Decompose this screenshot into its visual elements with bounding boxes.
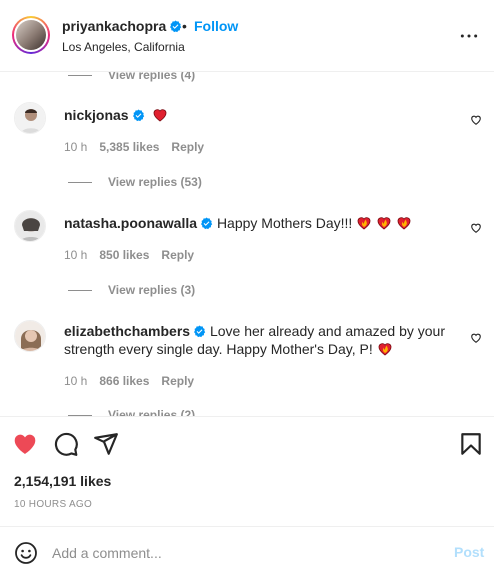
add-comment-input[interactable]	[52, 541, 432, 565]
view-replies-label: View replies (53)	[108, 175, 202, 189]
add-comment-bar: Post	[0, 526, 494, 578]
commenter-avatar[interactable]	[14, 210, 46, 242]
red-heart-icon	[154, 109, 167, 122]
comment-icon[interactable]	[53, 431, 79, 457]
commenter-username[interactable]: nickjonas	[64, 107, 129, 123]
commenter-avatar-image	[15, 211, 45, 241]
comment-text: elizabethchambers Love her already and a…	[64, 322, 454, 358]
verified-badge-icon	[170, 20, 182, 33]
verified-badge-icon	[194, 325, 206, 338]
commenter-username[interactable]: natasha.poonawalla	[64, 215, 197, 231]
view-replies-link[interactable]: View replies (3)	[68, 281, 195, 299]
comment-time: 10 h	[64, 374, 88, 388]
verified-badge-icon	[132, 109, 144, 122]
more-options-icon[interactable]	[459, 26, 479, 46]
view-replies-label: View replies (4)	[108, 72, 196, 82]
heart-filled-icon[interactable]	[12, 431, 38, 457]
comment-likes[interactable]: 866 likes	[99, 374, 149, 388]
author-avatar-image	[16, 20, 46, 50]
heart-on-fire-icon	[377, 217, 391, 230]
author-username-row: priyankachopra	[62, 18, 182, 34]
commenter-avatar-image	[15, 103, 45, 133]
bookmark-icon[interactable]	[458, 431, 484, 457]
comment-time: 10 h	[64, 140, 88, 154]
commenter-avatar[interactable]	[14, 102, 46, 134]
reply-button[interactable]: Reply	[171, 140, 204, 154]
comment-time: 10 h	[64, 248, 88, 262]
view-replies-link[interactable]: View replies (4)	[68, 72, 195, 84]
comments-list[interactable]: View replies (4) nickjonas 10 h 5,385 li…	[0, 72, 494, 416]
like-comment-icon[interactable]	[470, 114, 482, 126]
view-replies-link[interactable]: View replies (2)	[68, 406, 195, 416]
share-icon[interactable]	[93, 431, 119, 457]
like-comment-icon[interactable]	[470, 332, 482, 344]
verified-badge-icon	[201, 217, 213, 230]
view-replies-link[interactable]: View replies (53)	[68, 173, 202, 191]
comment-meta: 10 h 5,385 likes Reply	[64, 140, 204, 154]
author-avatar[interactable]	[12, 16, 50, 54]
view-replies-label: View replies (3)	[108, 283, 196, 297]
post-location[interactable]: Los Angeles, California	[62, 40, 185, 54]
comment-message: Happy Mothers Day!!!	[216, 215, 353, 231]
post-comment-button[interactable]: Post	[454, 544, 484, 560]
heart-on-fire-icon	[378, 343, 392, 356]
comment-text: natasha.poonawalla Happy Mothers Day!!!	[64, 214, 454, 232]
replies-divider	[68, 181, 92, 183]
post-header: priyankachopra • Follow Los Angeles, Cal…	[0, 0, 494, 72]
comment-meta: 10 h 850 likes Reply	[64, 248, 194, 262]
comment-text: nickjonas	[64, 106, 454, 124]
follow-button[interactable]: Follow	[194, 18, 238, 34]
comment-likes[interactable]: 5,385 likes	[99, 140, 159, 154]
post-actions: 2,154,191 likes 10 HOURS AGO	[0, 416, 494, 526]
commenter-avatar[interactable]	[14, 320, 46, 352]
comment-meta: 10 h 866 likes Reply	[64, 374, 194, 388]
heart-on-fire-icon	[397, 217, 411, 230]
replies-divider	[68, 74, 92, 76]
heart-on-fire-icon	[357, 217, 371, 230]
smiley-icon[interactable]	[14, 541, 38, 565]
post-likes-count[interactable]: 2,154,191 likes	[14, 473, 111, 489]
comment-likes[interactable]: 850 likes	[99, 248, 149, 262]
reply-button[interactable]: Reply	[161, 374, 194, 388]
replies-divider	[68, 289, 92, 291]
commenter-username[interactable]: elizabethchambers	[64, 323, 190, 339]
author-username[interactable]: priyankachopra	[62, 18, 166, 34]
separator-dot: •	[182, 18, 187, 34]
like-comment-icon[interactable]	[470, 222, 482, 234]
commenter-avatar-image	[15, 321, 45, 351]
post-timestamp[interactable]: 10 HOURS AGO	[14, 499, 92, 510]
view-replies-label: View replies (2)	[108, 408, 196, 416]
reply-button[interactable]: Reply	[161, 248, 194, 262]
